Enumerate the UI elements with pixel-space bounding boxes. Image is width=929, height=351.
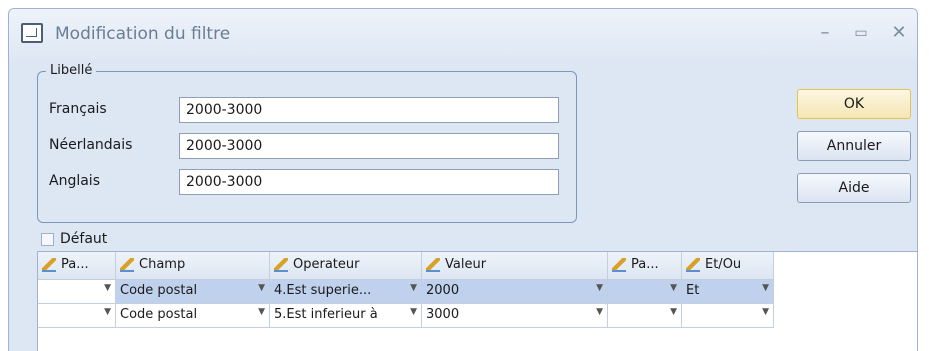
francais-label: Français [49, 101, 107, 117]
cell-champ[interactable]: Code postal ▼ [116, 304, 270, 328]
column-header-etou[interactable]: Et/Ou [682, 252, 774, 280]
cell-etou[interactable]: ▼ [682, 304, 774, 328]
pencil-icon [426, 257, 440, 272]
default-option[interactable]: Défaut [41, 231, 107, 247]
cell-operateur[interactable]: 5.Est inferieur à ▼ [270, 304, 422, 328]
dropdown-arrow-icon[interactable]: ▼ [104, 307, 111, 317]
column-header-valeur[interactable]: Valeur [422, 252, 608, 280]
pencil-icon [120, 257, 134, 272]
default-checkbox[interactable] [41, 232, 54, 246]
column-header-pa[interactable]: Pa... [38, 252, 116, 280]
title-bar: Modification du filtre – ▭ ✕ [9, 9, 917, 59]
cell-pa2[interactable]: ▼ [608, 304, 682, 328]
column-header-pa2[interactable]: Pa... [608, 252, 682, 280]
ok-button[interactable]: OK [797, 89, 911, 119]
column-header-operateur[interactable]: Operateur [270, 252, 422, 280]
libelle-legend: Libellé [46, 63, 97, 78]
minimize-button[interactable]: – [813, 21, 837, 45]
dropdown-arrow-icon[interactable]: ▼ [410, 283, 417, 293]
anglais-label: Anglais [49, 173, 100, 189]
dropdown-arrow-icon[interactable]: ▼ [670, 307, 677, 317]
cell-etou[interactable]: Et ▼ [682, 280, 774, 304]
cell-pa[interactable]: ▼ [38, 304, 116, 328]
dropdown-arrow-icon[interactable]: ▼ [596, 283, 603, 293]
default-label: Défaut [60, 231, 108, 247]
neerlandais-field[interactable] [179, 133, 559, 159]
dropdown-arrow-icon[interactable]: ▼ [410, 307, 417, 317]
pencil-icon [274, 257, 288, 272]
cell-pa[interactable]: ▼ [38, 280, 116, 304]
cancel-button[interactable]: Annuler [797, 131, 911, 161]
cell-operateur[interactable]: 4.Est superie... ▼ [270, 280, 422, 304]
close-button[interactable]: ✕ [887, 21, 911, 45]
filter-grid: Pa... Champ Operateur Valeur Pa... Et/Ou… [37, 251, 917, 351]
cell-valeur[interactable]: 2000 ▼ [422, 280, 608, 304]
pencil-icon [612, 257, 626, 272]
anglais-field[interactable] [179, 169, 559, 195]
pencil-icon [42, 257, 56, 272]
cell-pa2[interactable]: ▼ [608, 280, 682, 304]
filter-dialog: Modification du filtre – ▭ ✕ Libellé Fra… [8, 8, 918, 351]
column-header-champ[interactable]: Champ [116, 252, 270, 280]
app-icon [21, 23, 43, 43]
dropdown-arrow-icon[interactable]: ▼ [596, 307, 603, 317]
window-title: Modification du filtre [55, 24, 231, 44]
pencil-icon [686, 257, 700, 272]
maximize-button[interactable]: ▭ [849, 21, 873, 45]
dropdown-arrow-icon[interactable]: ▼ [258, 307, 265, 317]
help-button[interactable]: Aide [797, 173, 911, 203]
dropdown-arrow-icon[interactable]: ▼ [104, 283, 111, 293]
cell-valeur[interactable]: 3000 ▼ [422, 304, 608, 328]
dropdown-arrow-icon[interactable]: ▼ [762, 283, 769, 293]
dropdown-arrow-icon[interactable]: ▼ [762, 307, 769, 317]
dropdown-arrow-icon[interactable]: ▼ [258, 283, 265, 293]
neerlandais-label: Néerlandais [49, 137, 133, 153]
francais-field[interactable] [179, 97, 559, 123]
cell-champ[interactable]: Code postal ▼ [116, 280, 270, 304]
dropdown-arrow-icon[interactable]: ▼ [670, 283, 677, 293]
